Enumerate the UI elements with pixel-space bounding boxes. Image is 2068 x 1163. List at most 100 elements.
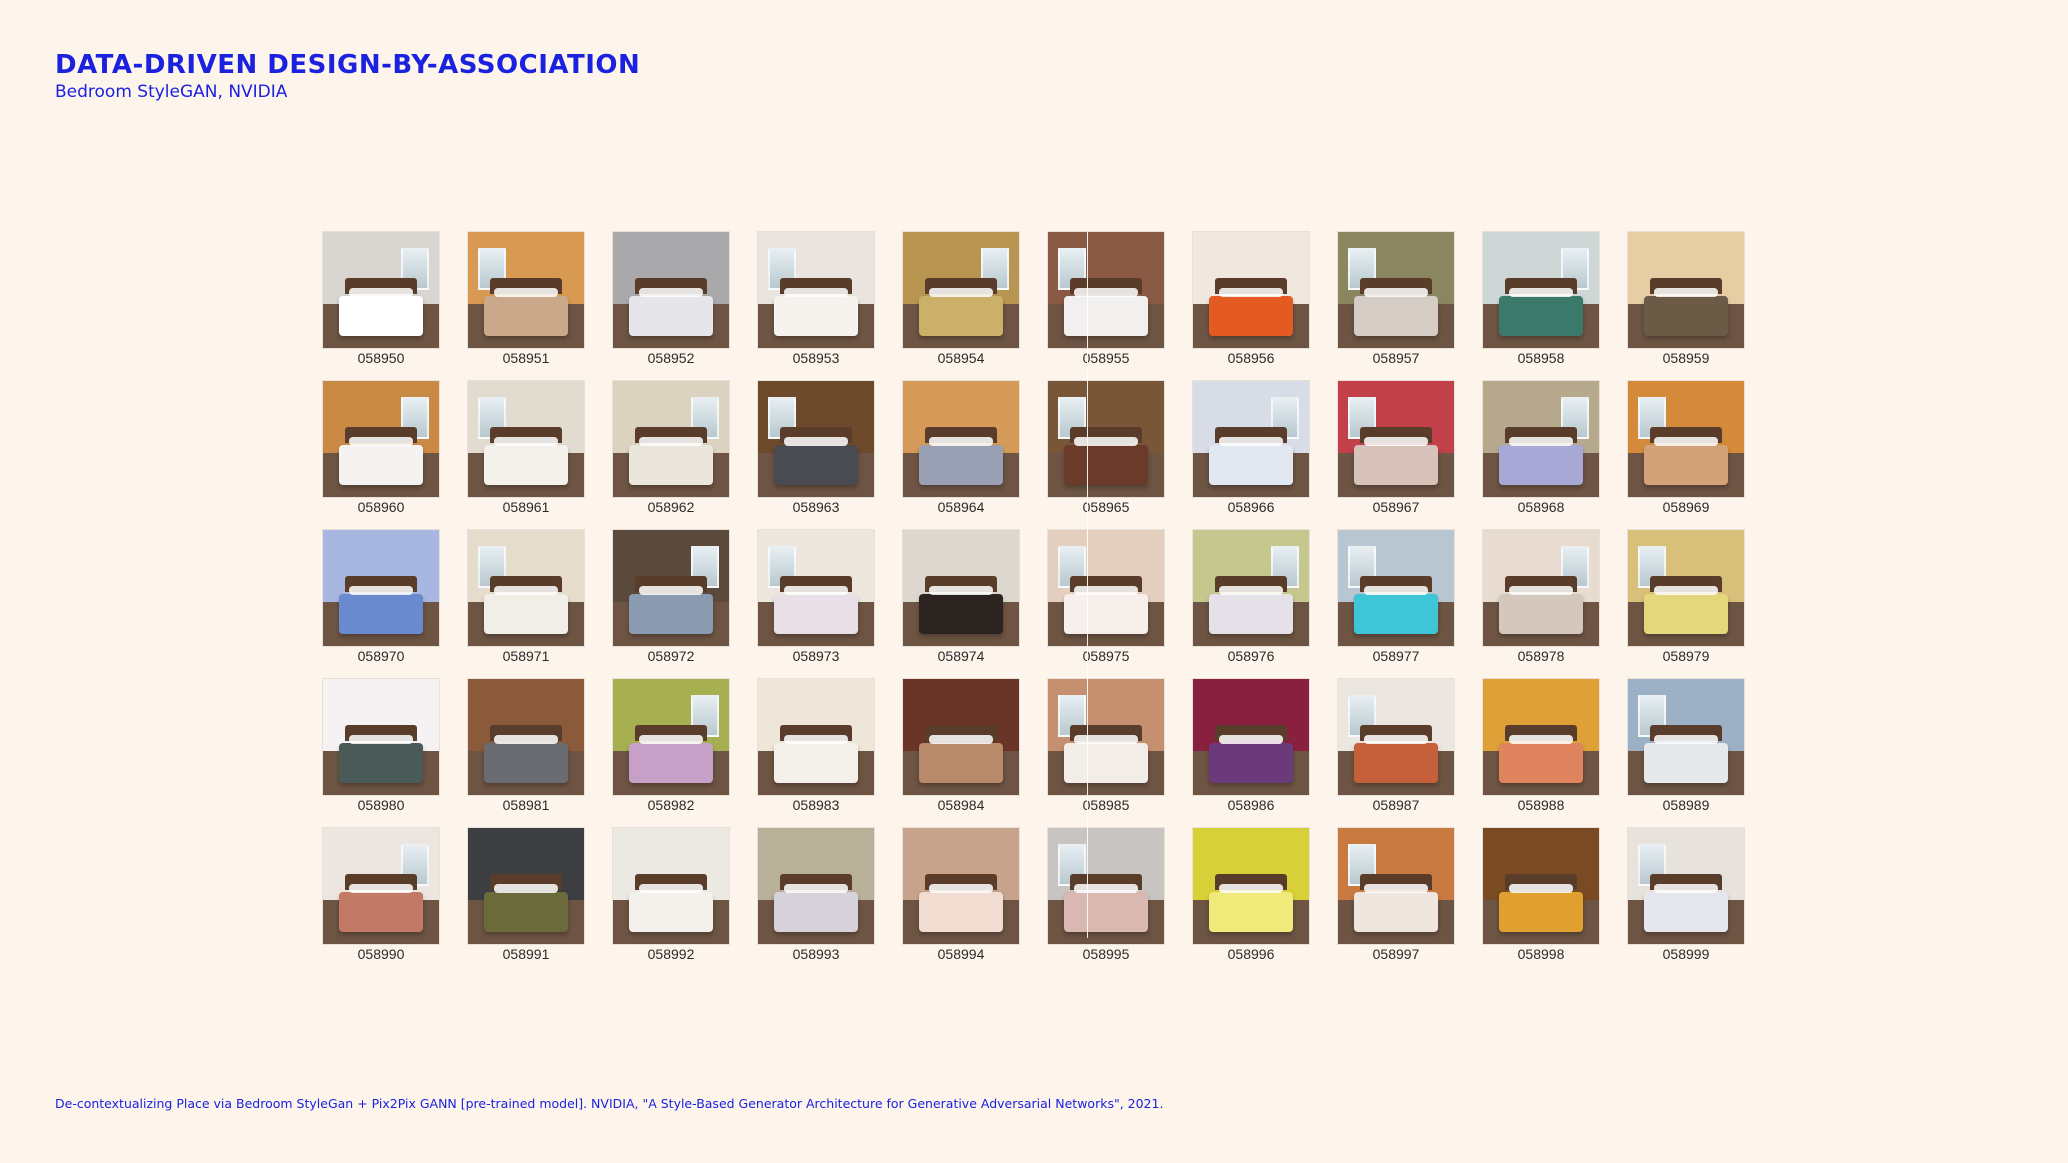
image-tile[interactable]: 058985 [1048,679,1164,813]
bedroom-thumbnail[interactable] [468,232,584,348]
bedroom-thumbnail[interactable] [1338,530,1454,646]
image-tile[interactable]: 058955 [1048,232,1164,366]
bedroom-thumbnail[interactable] [758,232,874,348]
bedroom-thumbnail[interactable] [323,679,439,795]
image-tile[interactable]: 058971 [468,530,584,664]
bedroom-thumbnail[interactable] [468,381,584,497]
image-tile[interactable]: 058958 [1483,232,1599,366]
bedroom-thumbnail[interactable] [1193,679,1309,795]
bedroom-thumbnail[interactable] [1628,679,1744,795]
bedroom-thumbnail[interactable] [1048,232,1164,348]
bedroom-thumbnail[interactable] [1483,381,1599,497]
bedroom-thumbnail[interactable] [613,679,729,795]
bedroom-thumbnail[interactable] [323,381,439,497]
image-tile[interactable]: 058986 [1193,679,1309,813]
image-tile[interactable]: 058991 [468,828,584,962]
image-tile[interactable]: 058964 [903,381,1019,515]
bedroom-thumbnail[interactable] [1483,530,1599,646]
image-tile[interactable]: 058960 [323,381,439,515]
bedroom-thumbnail[interactable] [903,232,1019,348]
image-tile[interactable]: 058988 [1483,679,1599,813]
bedroom-thumbnail[interactable] [1338,828,1454,944]
image-tile[interactable]: 058959 [1628,232,1744,366]
bedroom-thumbnail[interactable] [1483,679,1599,795]
image-tile[interactable]: 058972 [613,530,729,664]
image-tile[interactable]: 058987 [1338,679,1454,813]
bedroom-thumbnail[interactable] [758,679,874,795]
image-tile[interactable]: 058969 [1628,381,1744,515]
image-tile[interactable]: 058998 [1483,828,1599,962]
image-tile[interactable]: 058968 [1483,381,1599,515]
image-tile[interactable]: 058976 [1193,530,1309,664]
bedroom-thumbnail[interactable] [1048,381,1164,497]
image-tile[interactable]: 058981 [468,679,584,813]
bedroom-thumbnail[interactable] [613,232,729,348]
bedroom-thumbnail[interactable] [1338,679,1454,795]
bedroom-thumbnail[interactable] [1193,381,1309,497]
bedroom-thumbnail[interactable] [758,828,874,944]
image-tile[interactable]: 058977 [1338,530,1454,664]
image-tile[interactable]: 058952 [613,232,729,366]
image-tile[interactable]: 058961 [468,381,584,515]
bedroom-thumbnail[interactable] [1048,530,1164,646]
image-tile[interactable]: 058997 [1338,828,1454,962]
image-tile[interactable]: 058982 [613,679,729,813]
image-tile[interactable]: 058966 [1193,381,1309,515]
bedroom-thumbnail[interactable] [758,381,874,497]
image-tile[interactable]: 058951 [468,232,584,366]
image-tile[interactable]: 058954 [903,232,1019,366]
image-tile[interactable]: 058973 [758,530,874,664]
bedroom-thumbnail[interactable] [1048,679,1164,795]
bedroom-thumbnail[interactable] [613,530,729,646]
bedroom-thumbnail[interactable] [613,381,729,497]
image-tile[interactable]: 058965 [1048,381,1164,515]
image-tile[interactable]: 058953 [758,232,874,366]
image-tile[interactable]: 058979 [1628,530,1744,664]
image-tile[interactable]: 058996 [1193,828,1309,962]
bedroom-thumbnail[interactable] [1048,828,1164,944]
image-tile[interactable]: 058956 [1193,232,1309,366]
image-tile[interactable]: 058967 [1338,381,1454,515]
image-tile[interactable]: 058993 [758,828,874,962]
bedroom-thumbnail[interactable] [758,530,874,646]
image-tile[interactable]: 058984 [903,679,1019,813]
bedroom-thumbnail[interactable] [903,530,1019,646]
bedroom-thumbnail[interactable] [1628,828,1744,944]
image-tile[interactable]: 058963 [758,381,874,515]
bedroom-thumbnail[interactable] [1338,381,1454,497]
image-tile[interactable]: 058978 [1483,530,1599,664]
bedroom-thumbnail[interactable] [1483,232,1599,348]
image-tile[interactable]: 058992 [613,828,729,962]
image-tile[interactable]: 058989 [1628,679,1744,813]
bedroom-thumbnail[interactable] [903,679,1019,795]
bedroom-thumbnail[interactable] [323,828,439,944]
bedroom-thumbnail[interactable] [1193,530,1309,646]
image-tile[interactable]: 058999 [1628,828,1744,962]
bedroom-thumbnail[interactable] [468,679,584,795]
bedroom-thumbnail[interactable] [1483,828,1599,944]
image-tile[interactable]: 058974 [903,530,1019,664]
image-tile[interactable]: 058994 [903,828,1019,962]
image-tile[interactable]: 058995 [1048,828,1164,962]
bedroom-thumbnail[interactable] [903,828,1019,944]
bedroom-thumbnail[interactable] [1338,232,1454,348]
bedroom-thumbnail[interactable] [468,828,584,944]
bedroom-thumbnail[interactable] [1628,232,1744,348]
bedroom-thumbnail[interactable] [1628,530,1744,646]
bedroom-thumbnail[interactable] [1193,232,1309,348]
image-tile[interactable]: 058957 [1338,232,1454,366]
bedroom-thumbnail[interactable] [323,530,439,646]
image-tile[interactable]: 058975 [1048,530,1164,664]
image-tile[interactable]: 058950 [323,232,439,366]
image-tile[interactable]: 058970 [323,530,439,664]
image-tile[interactable]: 058990 [323,828,439,962]
bedroom-thumbnail[interactable] [1628,381,1744,497]
image-tile[interactable]: 058983 [758,679,874,813]
bedroom-thumbnail[interactable] [613,828,729,944]
bedroom-thumbnail[interactable] [323,232,439,348]
bedroom-thumbnail[interactable] [903,381,1019,497]
bedroom-thumbnail[interactable] [1193,828,1309,944]
image-tile[interactable]: 058980 [323,679,439,813]
image-tile[interactable]: 058962 [613,381,729,515]
bedroom-thumbnail[interactable] [468,530,584,646]
